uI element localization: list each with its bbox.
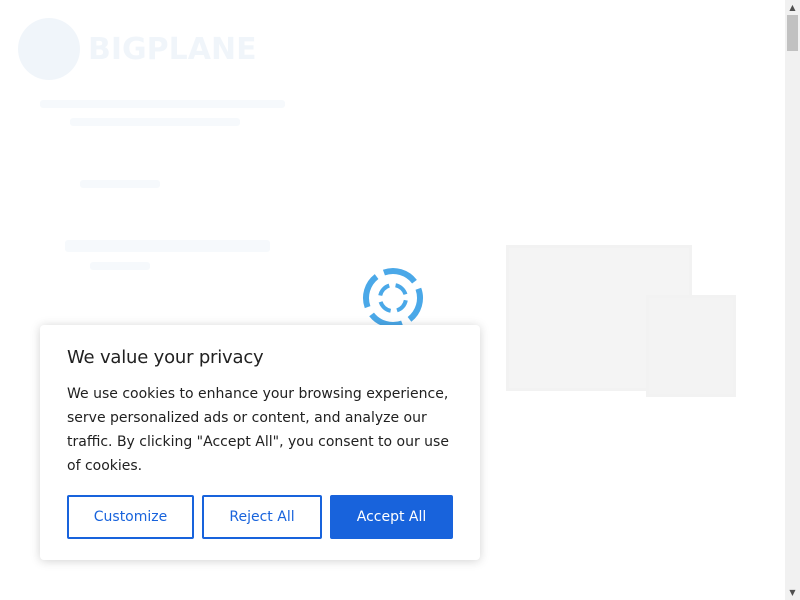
background-nav-line <box>40 100 285 108</box>
page-viewport: BIGPLANE We value your privacy We use co… <box>0 0 785 600</box>
background-text-line <box>80 180 160 188</box>
loading-spinner-icon <box>363 268 423 328</box>
site-logo: BIGPLANE <box>18 18 257 80</box>
logo-text: BIGPLANE <box>88 31 257 67</box>
arrow-up-icon[interactable]: ▲ <box>785 0 800 15</box>
customize-button[interactable]: Customize <box>67 495 194 539</box>
background-text-line <box>90 262 150 270</box>
background-device-mockup <box>480 245 736 397</box>
consent-actions: Customize Reject All Accept All <box>67 495 453 539</box>
accept-all-button[interactable]: Accept All <box>330 495 453 539</box>
background-nav-line <box>70 118 240 126</box>
arrow-down-icon[interactable]: ▼ <box>785 585 800 600</box>
scrollbar-thumb[interactable] <box>787 15 798 51</box>
reject-all-button[interactable]: Reject All <box>202 495 322 539</box>
consent-title: We value your privacy <box>67 347 264 368</box>
cookie-consent-dialog: We value your privacy We use cookies to … <box>40 325 480 560</box>
logo-mark-icon <box>18 18 80 80</box>
background-heading-line <box>65 240 270 252</box>
vertical-scrollbar[interactable]: ▲ ▼ <box>785 0 800 600</box>
consent-description: We use cookies to enhance your browsing … <box>67 386 449 474</box>
